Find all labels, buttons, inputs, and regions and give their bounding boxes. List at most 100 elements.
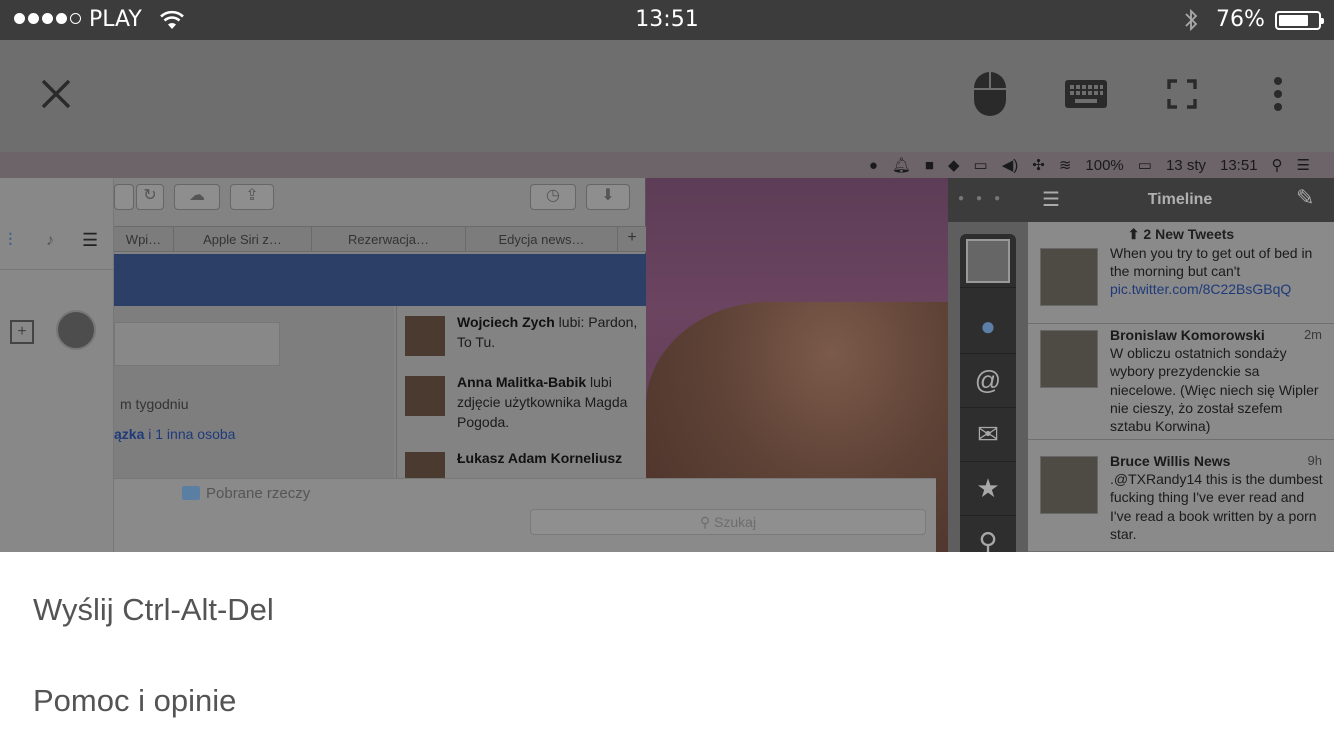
more-options-button[interactable]	[1230, 40, 1326, 152]
mentions-icon[interactable]: @	[960, 354, 1016, 408]
downloads-button[interactable]: ⬇	[586, 184, 630, 210]
send-ctrl-alt-del-item[interactable]: Wyślij Ctrl-Alt-Del	[33, 592, 274, 628]
browser-tabs: Wpi… Apple Siri z… Rezerwacja… Edycja ne…	[114, 226, 646, 252]
icloud-button[interactable]: ☁	[174, 184, 220, 210]
tweetbot-header: ●●● ☰ Timeline ✎	[948, 178, 1334, 222]
compose-icon[interactable]: ✎	[1296, 185, 1314, 211]
mouse-mode-button[interactable]	[942, 40, 1038, 152]
viewer-toolbar	[0, 40, 1334, 152]
status-time: 13:51	[635, 7, 699, 32]
keyboard-button[interactable]	[1038, 40, 1134, 152]
close-icon	[40, 78, 72, 115]
back-button[interactable]	[114, 184, 134, 210]
tweet-author: Bronislaw Komorowski	[1110, 327, 1265, 343]
left-app-header: ⫶ ♪ ☰	[0, 222, 114, 270]
avatar	[1040, 330, 1098, 388]
bell-icon: 🔔︎	[891, 157, 911, 174]
tweet-time: 9h	[1307, 453, 1322, 468]
search-icon: ⚲	[699, 514, 715, 530]
tweet-author: Bruce Willis News	[1110, 453, 1231, 469]
tab[interactable]: Edycja news…	[466, 227, 618, 251]
help-feedback-item[interactable]: Pomoc i opinie	[33, 683, 236, 719]
new-tweets-banner[interactable]: ⬆ 2 New Tweets	[1028, 226, 1334, 246]
tab[interactable]: Apple Siri z…	[174, 227, 312, 251]
tweet[interactable]: When you try to get out of bed in the mo…	[1028, 244, 1334, 324]
search-icon[interactable]: ⚲	[960, 516, 1016, 552]
tweet[interactable]: Bronislaw Komorowski W obliczu ostatnich…	[1028, 326, 1334, 440]
tweet-text: .@TXRandy14 this is the dumbest fucking …	[1110, 471, 1323, 542]
battery-icon	[1275, 11, 1324, 30]
menubar-date: 13 sty	[1165, 156, 1206, 174]
avatar	[405, 376, 445, 416]
options-menu: Wyślij Ctrl-Alt-Del Pomoc i opinie	[0, 552, 1334, 750]
tweet-link[interactable]: pic.twitter.com/8C22BsGBqQ	[1110, 280, 1324, 298]
text: m tygodniu	[120, 396, 189, 412]
favorites-icon[interactable]: ★	[960, 462, 1016, 516]
messages-icon[interactable]: ✉	[960, 408, 1016, 462]
history-button[interactable]: ◷	[530, 184, 576, 210]
tab[interactable]: Wpi…	[114, 227, 174, 251]
activity-feed: Wojciech Zych lubi: Pardon, To Tu. Anna …	[396, 306, 646, 492]
new-tab-button[interactable]: +	[618, 227, 646, 251]
tab[interactable]: Rezerwacja…	[312, 227, 466, 251]
facebook-header	[114, 254, 646, 306]
mouse-icon	[973, 71, 1007, 122]
window-controls[interactable]: ●●●	[958, 193, 1012, 204]
feed-item[interactable]: Wojciech Zych lubi: Pardon, To Tu.	[405, 312, 641, 368]
avatar	[1040, 456, 1098, 514]
fullscreen-icon	[1167, 78, 1197, 114]
notification-center-icon: ☰	[1296, 157, 1310, 174]
battery-percent: 76%	[1216, 7, 1265, 32]
reload-button[interactable]: ↻	[136, 184, 164, 210]
bell-icon[interactable]: ♪	[46, 232, 54, 250]
volume-icon: ◀)	[1001, 157, 1019, 174]
tweet-text: W obliczu ostatnich sondaży wybory prezy…	[1110, 345, 1319, 435]
avatar[interactable]	[56, 310, 96, 350]
network-icon: ✣	[1032, 157, 1045, 174]
menubar-time: 13:51	[1220, 156, 1258, 174]
finder-title: Pobrane rzeczy	[182, 485, 310, 502]
arrow-up-icon: ⬆	[1127, 226, 1144, 242]
dropbox-icon: ◆	[947, 157, 960, 174]
feed-item[interactable]: Anna Malitka-Babik lubi zdjęcie użytkown…	[405, 372, 641, 442]
tweetbot-sidebar: ● @ ✉ ★ ⚲	[960, 234, 1016, 552]
wifi-icon: ≋	[1058, 157, 1072, 174]
tweetbot-window[interactable]: ●●● ☰ Timeline ✎ ● @ ✉ ★ ⚲ When you try …	[948, 178, 1334, 552]
avatar[interactable]	[960, 234, 1016, 288]
browser-window[interactable]: ↻ ☁ ⇪ ◷ ⬇ Wpi… Apple Siri z… Rezerwacja……	[114, 178, 646, 492]
tweet-text: When you try to get out of bed in the mo…	[1110, 245, 1313, 280]
add-event-icon[interactable]: +	[10, 320, 34, 344]
fullscreen-button[interactable]	[1134, 40, 1230, 152]
close-button[interactable]	[8, 40, 104, 152]
app-icon: ■	[924, 156, 934, 174]
status-bar: PLAY 13:51 76%	[0, 0, 1334, 40]
finder-search-input[interactable]: ⚲ Szukaj	[530, 509, 926, 535]
bubble-icon: ●	[868, 156, 878, 174]
spotlight-search-icon: ⚲	[1271, 157, 1283, 174]
share-button[interactable]: ⇪	[230, 184, 274, 210]
battery-icon: ▭	[1137, 157, 1152, 174]
folder-icon	[182, 486, 200, 500]
avatar	[405, 316, 445, 356]
select-box[interactable]	[114, 322, 280, 366]
airplay-icon: ▭	[973, 157, 988, 174]
tweet-list: When you try to get out of bed in the mo…	[1028, 222, 1334, 552]
menu-icon[interactable]: ☰	[82, 230, 98, 251]
keyboard-icon	[1065, 79, 1107, 113]
more-vertical-icon	[1273, 76, 1283, 116]
text: ązka i 1 inna osoba	[114, 426, 236, 442]
app-logo-icon: ⫶	[8, 230, 13, 250]
remote-desktop-view[interactable]: ● 🔔︎ ■ ◆ ▭ ◀) ✣ ≋ 100% ▭ 13 sty 13:51 ⚲ …	[0, 152, 1334, 552]
left-app-window[interactable]: ⫶ ♪ ☰ +	[0, 178, 114, 552]
tweetbot-title: Timeline	[1147, 191, 1213, 208]
menubar-battery: 100%	[1085, 156, 1124, 174]
mac-menubar: ● 🔔︎ ■ ◆ ▭ ◀) ✣ ≋ 100% ▭ 13 sty 13:51 ⚲ …	[0, 152, 1334, 178]
feed-item[interactable]: Łukasz Adam Korneliusz	[405, 448, 641, 492]
tweet[interactable]: Bruce Willis News .@TXRandy14 this is th…	[1028, 452, 1334, 552]
timeline-icon[interactable]: ●	[960, 300, 1016, 354]
avatar	[1040, 248, 1098, 306]
bluetooth-icon	[1184, 8, 1198, 37]
facebook-main: m tygodniu ązka i 1 inna osoba	[114, 306, 394, 478]
tweet-time: 2m	[1303, 327, 1322, 342]
finder-window[interactable]: Pobrane rzeczy ⚲ Szukaj	[114, 478, 936, 552]
